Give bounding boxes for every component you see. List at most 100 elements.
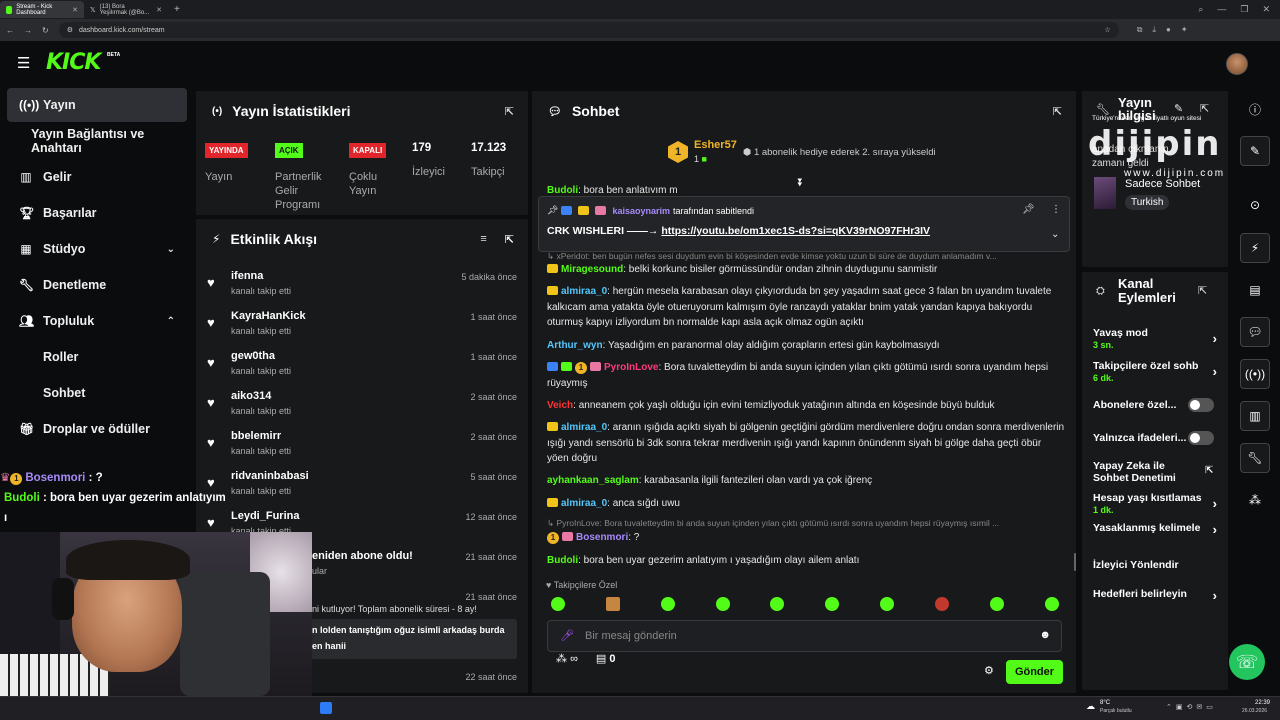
emote-icon[interactable] xyxy=(1045,597,1059,611)
emote-icon[interactable] xyxy=(606,597,620,611)
target-icon[interactable]: ⊙ xyxy=(1240,190,1270,220)
more-options-icon[interactable]: ⋮ xyxy=(1051,204,1061,215)
store-icon[interactable]: ▤ xyxy=(596,653,609,665)
action-banned-words[interactable]: Yasaklanmış kelimele › xyxy=(1093,522,1223,536)
activity-item[interactable]: ♥ ridvaninbabasi kanalı takip etti 5 saa… xyxy=(196,468,528,506)
activity-item[interactable]: ♥ gew0tha kanalı takip etti 1 saat önce xyxy=(196,348,528,386)
action-goals[interactable]: Hedefleri belirleyin › xyxy=(1093,588,1223,602)
download-icon[interactable]: ⤓ xyxy=(1152,25,1156,35)
chevron-down-icon[interactable]: ⌄ xyxy=(1051,229,1059,240)
forward-icon[interactable]: → xyxy=(24,26,32,35)
edit-icon[interactable]: ✎ xyxy=(1240,136,1270,166)
sidebar-item-chat[interactable]: Sohbet xyxy=(7,376,187,410)
close-window-icon[interactable]: ✕ xyxy=(1262,4,1270,15)
close-tab-icon[interactable]: ✕ xyxy=(156,6,162,14)
layout-icon[interactable]: ▥ xyxy=(1240,401,1270,431)
filter-icon[interactable]: ≡ xyxy=(480,233,486,245)
broadcast-icon[interactable]: ((•)) xyxy=(1240,359,1270,389)
chat-username[interactable]: almiraa_0 xyxy=(561,286,607,297)
chat-input[interactable]: 🎤︎ Bir mesaj gönderin ☻ xyxy=(547,620,1062,652)
popout-icon[interactable]: ⇱ xyxy=(505,233,514,246)
chat-username[interactable]: Veich xyxy=(547,400,573,411)
edit-icon[interactable]: ✎ xyxy=(1174,102,1183,115)
info-icon[interactable]: ⓘ xyxy=(1240,94,1270,124)
taskbar-app-icon[interactable] xyxy=(320,702,332,714)
back-icon[interactable]: ← xyxy=(6,26,14,35)
sidebar-item-drops[interactable]: 🎁︎ Droplar ve ödüller xyxy=(7,412,187,446)
emote-icon[interactable] xyxy=(551,597,565,611)
chat-username[interactable]: almiraa_0 xyxy=(561,498,607,509)
browser-tab-kick[interactable]: Stream - Kick Dashboard ✕ xyxy=(0,1,84,18)
action-slow-mode[interactable]: Yavaş mod 3 sn. › xyxy=(1093,327,1223,351)
activity-item[interactable]: ♥ ifenna kanalı takip etti 5 dakika önce xyxy=(196,268,528,306)
close-tab-icon[interactable]: ✕ xyxy=(72,6,78,14)
extensions-icon[interactable]: ⧉ xyxy=(1137,25,1143,35)
chat-username[interactable]: Budoli xyxy=(547,185,578,193)
emote-icon[interactable] xyxy=(880,597,894,611)
popout-icon[interactable]: ⇱ xyxy=(505,105,514,118)
pinned-message[interactable]: 📌︎ kaisaoynarim tarafından sabitlendi 📌︎… xyxy=(538,196,1070,252)
activity-item[interactable]: ♥ bbelemirr kanalı takip etti 2 saat önc… xyxy=(196,428,528,466)
sidebar-item-roles[interactable]: Roller xyxy=(7,340,187,374)
chat-settings-icon[interactable]: ⚙ xyxy=(984,664,994,677)
emote-icon[interactable] xyxy=(661,597,675,611)
emotes-only-toggle[interactable] xyxy=(1188,431,1214,445)
action-raid[interactable]: İzleyici Yönlendir xyxy=(1093,559,1223,571)
support-chat-icon[interactable]: ☏ xyxy=(1229,644,1265,680)
sidebar-item-community[interactable]: 👥︎ Topluluk ⌃ xyxy=(7,304,187,338)
subscribers-only-toggle[interactable] xyxy=(1188,398,1214,412)
search-tabs-icon[interactable]: ⌕ xyxy=(1198,4,1203,15)
hamburger-menu-icon[interactable]: ☰ xyxy=(17,56,31,71)
emoji-picker-icon[interactable]: ☻ xyxy=(1039,629,1051,641)
chat-bubble-icon[interactable]: 💬︎ xyxy=(1240,317,1270,347)
emote-icon[interactable] xyxy=(935,597,949,611)
tray-icons[interactable]: ⌃▣⟲✉▭ xyxy=(1166,703,1217,711)
notes-icon[interactable]: ▤ xyxy=(1240,275,1270,305)
emote-icon[interactable] xyxy=(990,597,1004,611)
emote-icon[interactable] xyxy=(770,597,784,611)
language-tag[interactable]: Turkish xyxy=(1125,195,1170,210)
url-field[interactable]: ⚙ dashboard.kick.com/stream ☆ xyxy=(58,22,1119,38)
more-apps-icon[interactable]: ⁂ xyxy=(1240,485,1270,515)
lightning-icon[interactable]: ⚡︎ xyxy=(1240,233,1270,263)
chat-username[interactable]: Bosenmori xyxy=(576,532,628,543)
activity-item[interactable]: ♥ KayraHanKick kanalı takip etti 1 saat … xyxy=(196,308,528,346)
emote-icon[interactable] xyxy=(825,597,839,611)
profile-icon[interactable]: ● xyxy=(1166,25,1171,35)
chat-username[interactable]: Miragesound xyxy=(561,264,623,275)
maximize-icon[interactable]: ❐ xyxy=(1240,4,1248,15)
action-ai-moderation[interactable]: Yapay Zeka ile Sohbet Denetimi ⇱ xyxy=(1093,460,1213,484)
sidebar-item-achievements[interactable]: 🏆︎ Başarılar xyxy=(7,196,187,230)
chat-username[interactable]: Arthur_wyn xyxy=(547,340,603,351)
minimize-icon[interactable]: — xyxy=(1217,4,1226,15)
ai-icon[interactable]: ✦ xyxy=(1181,25,1188,35)
reload-icon[interactable]: ↻ xyxy=(42,26,49,35)
popout-icon[interactable]: ⇱ xyxy=(1198,284,1207,297)
site-info-icon[interactable]: ⚙ xyxy=(67,26,73,34)
kick-logo[interactable]: KICK xyxy=(46,50,101,75)
browser-tab-x[interactable]: 𝕏 (13) Bora Yeşilırmak (@Bo... ✕ xyxy=(84,1,168,18)
leader-name[interactable]: Esher57 xyxy=(694,139,737,151)
pinned-link[interactable]: https://youtu.be/om1xec1S-ds?si=qKV39rNO… xyxy=(661,225,930,237)
popout-icon[interactable]: ⇱ xyxy=(1200,102,1209,115)
bookmark-star-icon[interactable]: ☆ xyxy=(1104,26,1110,34)
user-avatar[interactable] xyxy=(1226,53,1248,75)
activity-item[interactable]: ♥ aiko314 kanalı takip etti 2 saat önce xyxy=(196,388,528,426)
action-followers-only[interactable]: Takipçilere özel sohb 6 dk. › xyxy=(1093,360,1223,384)
action-account-age[interactable]: Hesap yaşı kısıtlamas 1 dk. › xyxy=(1093,492,1223,516)
unpin-icon[interactable]: 📌︎ xyxy=(1022,204,1035,215)
chat-username[interactable]: Budoli xyxy=(547,555,578,566)
new-tab-icon[interactable]: + xyxy=(168,4,186,15)
emote-icon[interactable] xyxy=(716,597,730,611)
weather-icon[interactable]: ☁ xyxy=(1086,701,1095,712)
chat-username[interactable]: PyroInLove xyxy=(604,362,658,373)
send-button[interactable]: Gönder xyxy=(1006,660,1063,684)
microphone-icon[interactable]: 🎤︎ xyxy=(560,629,574,642)
chat-username[interactable]: ayhankaan_saglam xyxy=(547,475,639,486)
points-icon[interactable]: ⁂ xyxy=(556,653,570,665)
sidebar-item-studio[interactable]: ▦ Stüdyo ⌄ xyxy=(7,232,187,266)
chat-username[interactable]: almiraa_0 xyxy=(561,422,607,433)
wrench-icon[interactable]: 🔧︎ xyxy=(1240,443,1270,473)
sidebar-item-moderation[interactable]: 🔧︎ Denetleme xyxy=(7,268,187,302)
pinned-by-user[interactable]: kaisaoynarim xyxy=(612,206,670,216)
